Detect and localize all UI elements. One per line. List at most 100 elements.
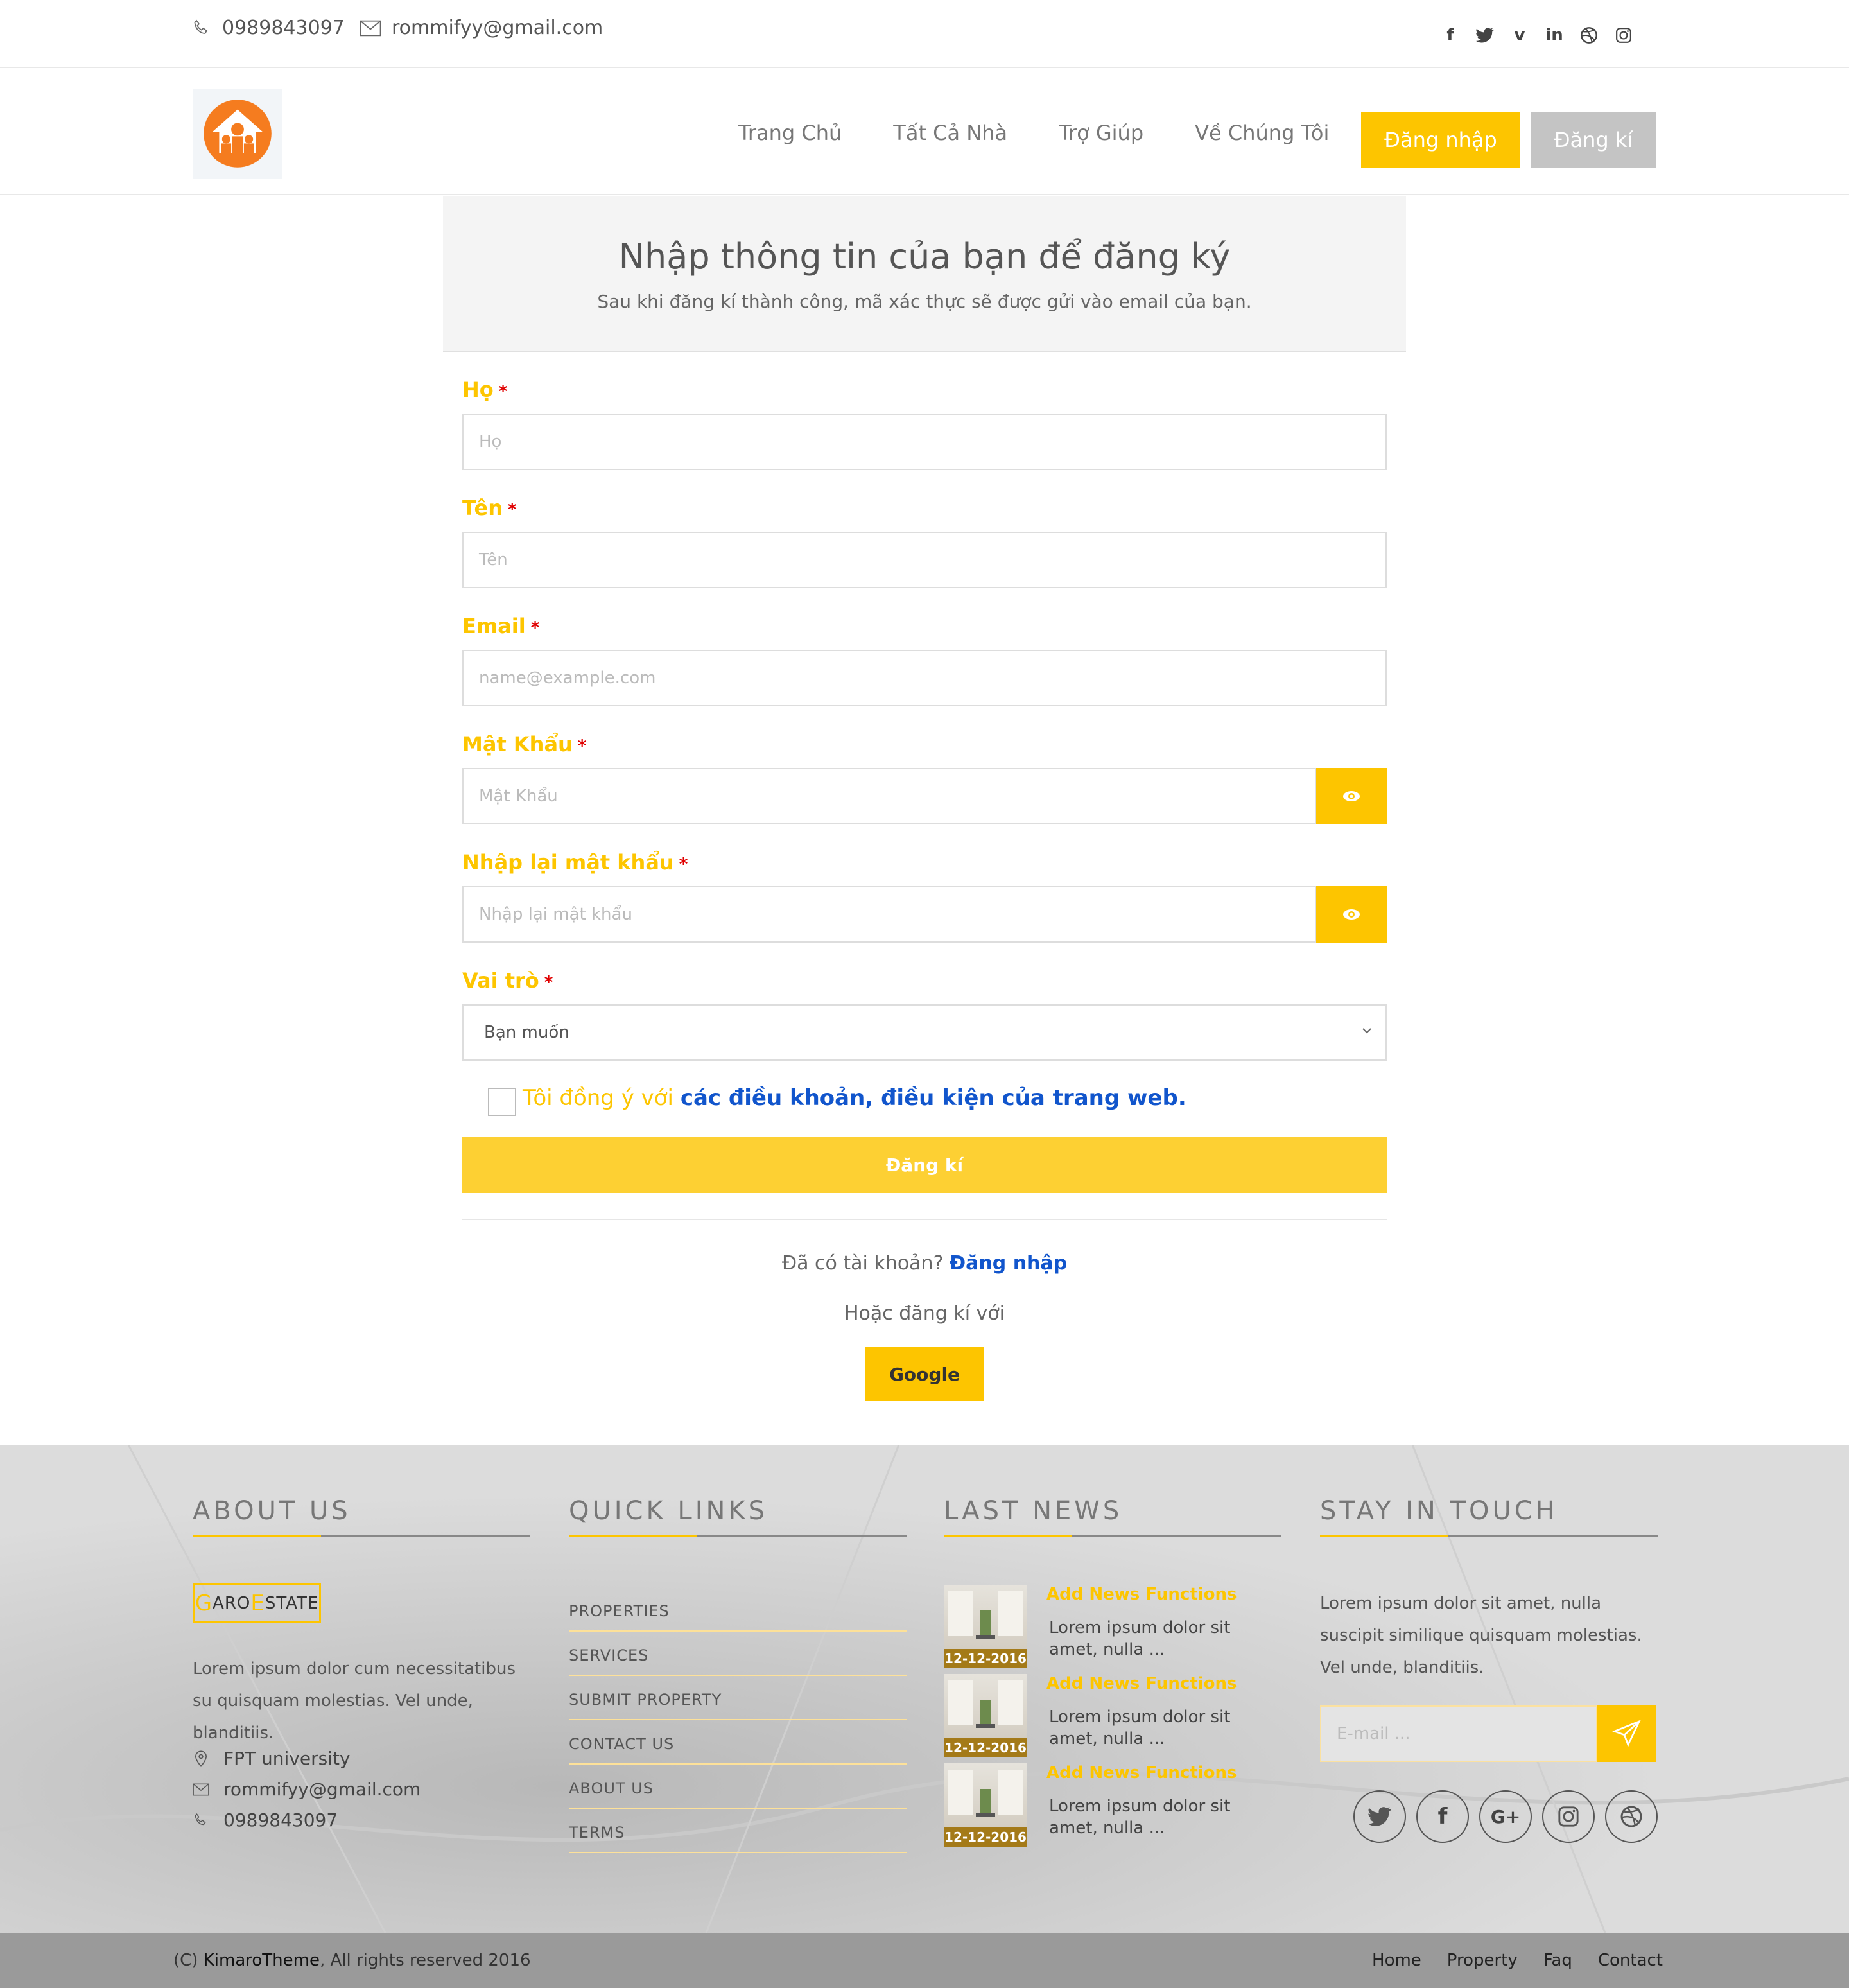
footer-links-col: QUICK LINKS: [569, 1496, 907, 1537]
top-social-icons: f v in: [1441, 26, 1633, 45]
page-subtitle: Sau khi đăng kí thành công, mã xác thực …: [597, 291, 1252, 312]
footer-news-col: LAST NEWS: [944, 1496, 1281, 1537]
login-button[interactable]: Đăng nhập: [1361, 112, 1520, 168]
quick-link-submit-property[interactable]: SUBMIT PROPERTY: [569, 1676, 907, 1720]
phone-icon: [194, 19, 208, 34]
quick-links-list: PROPERTIES SERVICES SUBMIT PROPERTY CONT…: [569, 1587, 907, 1853]
nav-home[interactable]: Trang Chủ: [738, 121, 842, 145]
quick-link-terms[interactable]: TERMS: [569, 1809, 907, 1853]
news-date: 12-12-2016: [944, 1738, 1027, 1757]
footer-links-title: QUICK LINKS: [569, 1496, 907, 1537]
terms-label: Tôi đồng ý với các điều khoản, điều kiện…: [523, 1085, 1186, 1111]
phone-icon: [195, 1813, 206, 1825]
password-input[interactable]: Mật Khẩu: [462, 768, 1316, 824]
confirm-password-label: Nhập lại mật khẩu *: [462, 850, 688, 875]
last-name-label: Họ *: [462, 378, 508, 402]
quick-link-about-us[interactable]: ABOUT US: [569, 1765, 907, 1809]
news-excerpt: Lorem ipsum dolor sit amet, nulla ...: [1049, 1618, 1231, 1659]
first-name-label: Tên *: [462, 496, 517, 520]
last-name-input[interactable]: Họ: [462, 414, 1387, 470]
instagram-icon[interactable]: [1542, 1790, 1595, 1843]
footer-link-home[interactable]: Home: [1372, 1951, 1421, 1970]
top-email-text: rommifyy@gmail.com: [392, 17, 603, 39]
login-link[interactable]: Đăng nhập: [950, 1252, 1067, 1275]
instagram-icon[interactable]: [1614, 26, 1633, 45]
footer-about-text: Lorem ipsum dolor cum necessitatibus su …: [193, 1659, 516, 1743]
quick-link-contact-us[interactable]: CONTACT US: [569, 1720, 907, 1765]
footer-social-icons: f G+: [1353, 1790, 1658, 1843]
google-plus-icon[interactable]: G+: [1479, 1790, 1532, 1843]
submit-register-button[interactable]: Đăng kí: [462, 1137, 1387, 1193]
footer-link-property[interactable]: Property: [1447, 1951, 1518, 1970]
role-select[interactable]: Bạn muốn: [462, 1004, 1387, 1061]
newsletter-send-button[interactable]: [1597, 1705, 1656, 1762]
dribbble-icon[interactable]: [1579, 26, 1599, 45]
map-pin-icon: [195, 1750, 207, 1767]
nav-help[interactable]: Trợ Giúp: [1059, 121, 1143, 145]
email-input[interactable]: name@example.com: [462, 650, 1387, 706]
footer-link-contact[interactable]: Contact: [1598, 1951, 1663, 1970]
nav-all-houses[interactable]: Tất Cả Nhà: [893, 121, 1007, 145]
have-account-text: Đã có tài khoản? Đăng nhập: [781, 1252, 1068, 1275]
main-navbar: Trang Chủ Tất Cả Nhà Trợ Giúp Về Chúng T…: [0, 69, 1849, 195]
news-excerpt: Lorem ipsum dolor sit amet, nulla ...: [1049, 1797, 1231, 1838]
news-title[interactable]: Add News Functions: [1046, 1585, 1237, 1604]
facebook-icon[interactable]: f: [1416, 1790, 1469, 1843]
quick-link-services[interactable]: SERVICES: [569, 1632, 907, 1676]
google-button[interactable]: Google: [865, 1347, 984, 1401]
twitter-icon[interactable]: [1353, 1790, 1406, 1843]
copyright-brand[interactable]: KimaroTheme: [204, 1951, 320, 1970]
newsletter-email-input[interactable]: E-mail ...: [1320, 1705, 1597, 1762]
send-icon: [1612, 1720, 1641, 1747]
stay-in-touch-text: Lorem ipsum dolor sit amet, nulla suscip…: [1320, 1594, 1642, 1677]
footer-stay-title: STAY IN TOUCH: [1320, 1496, 1658, 1537]
linkedin-icon[interactable]: in: [1545, 26, 1564, 45]
news-title[interactable]: Add News Functions: [1046, 1763, 1237, 1783]
register-button[interactable]: Đăng kí: [1531, 112, 1656, 168]
house-logo-icon: [204, 100, 272, 168]
footer-address: FPT university: [193, 1748, 351, 1769]
footer-email: rommifyy@gmail.com: [193, 1779, 421, 1800]
page-title: Nhập thông tin của bạn để đăng ký: [618, 236, 1231, 277]
footer-stay-col: STAY IN TOUCH: [1320, 1496, 1658, 1537]
dribbble-icon[interactable]: [1605, 1790, 1658, 1843]
news-item[interactable]: 12-12-2016 Add News Functions Lorem ipsu…: [944, 1674, 1281, 1757]
footer-link-faq[interactable]: Faq: [1543, 1951, 1572, 1970]
twitter-icon[interactable]: [1475, 26, 1495, 45]
terms-link[interactable]: các điều khoản, điều kiện của trang web.: [681, 1085, 1186, 1111]
confirm-password-input[interactable]: Nhập lại mật khẩu: [462, 886, 1316, 943]
nav-about[interactable]: Về Chúng Tôi: [1195, 121, 1329, 145]
email-label: Email *: [462, 614, 540, 638]
footer-about-col: ABOUT US: [193, 1496, 530, 1537]
footer-news-title: LAST NEWS: [944, 1496, 1281, 1537]
chevron-down-icon: [1362, 1028, 1371, 1034]
top-bar: 0989843097 rommifyy@gmail.com f v in: [0, 0, 1849, 68]
footer-logo: G ARO E STATE: [193, 1583, 321, 1623]
site-logo[interactable]: [193, 89, 282, 179]
toggle-password-button[interactable]: [1316, 768, 1387, 824]
copyright-bar: (C) KimaroTheme, All rights reserved 201…: [0, 1933, 1849, 1988]
top-phone: 0989843097: [191, 17, 345, 39]
news-date: 12-12-2016: [944, 1649, 1027, 1668]
first-name-input[interactable]: Tên: [462, 532, 1387, 588]
nav-links: Trang Chủ Tất Cả Nhà Trợ Giúp Về Chúng T…: [738, 121, 1380, 145]
news-item[interactable]: 12-12-2016 Add News Functions Lorem ipsu…: [944, 1585, 1281, 1668]
facebook-icon[interactable]: f: [1441, 26, 1460, 45]
eye-icon: [1343, 909, 1360, 920]
news-item[interactable]: 12-12-2016 Add News Functions Lorem ipsu…: [944, 1763, 1281, 1847]
quick-link-properties[interactable]: PROPERTIES: [569, 1587, 907, 1632]
terms-checkbox[interactable]: [488, 1088, 516, 1116]
or-register-with: Hoặc đăng kí với: [844, 1302, 1005, 1325]
footer-nav: Home Property Faq Contact: [1372, 1951, 1663, 1970]
news-excerpt: Lorem ipsum dolor sit amet, nulla ...: [1049, 1707, 1231, 1748]
toggle-confirm-password-button[interactable]: [1316, 886, 1387, 943]
mail-icon: [193, 1783, 209, 1795]
footer-about-title: ABOUT US: [193, 1496, 530, 1537]
top-email: rommifyy@gmail.com: [360, 17, 603, 39]
vine-icon[interactable]: v: [1510, 26, 1529, 45]
news-title[interactable]: Add News Functions: [1046, 1674, 1237, 1693]
password-label: Mật Khẩu *: [462, 732, 587, 756]
top-phone-text: 0989843097: [222, 17, 345, 39]
eye-icon: [1343, 791, 1360, 801]
role-label: Vai trò *: [462, 968, 553, 993]
